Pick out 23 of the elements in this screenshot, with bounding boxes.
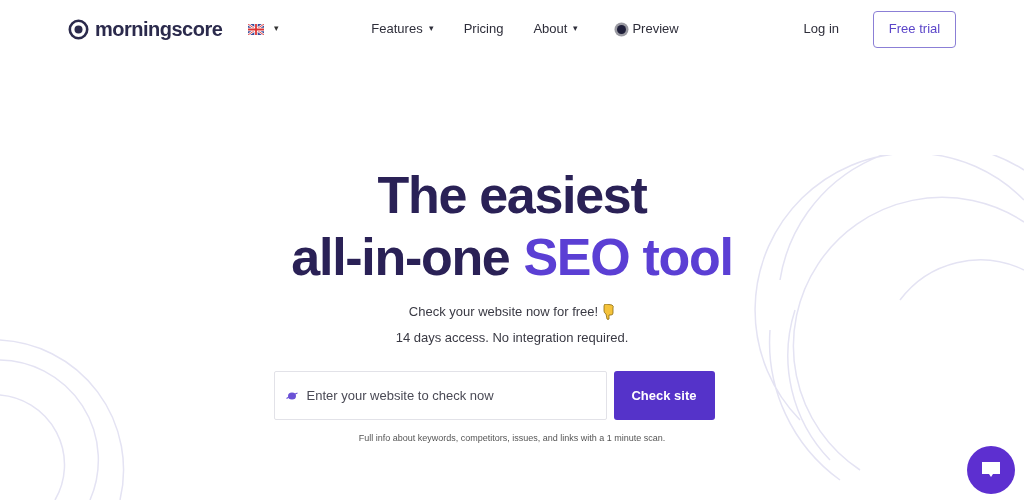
- language-selector[interactable]: ▾: [248, 22, 280, 36]
- nav-dropdown[interactable]: About ▾: [533, 19, 579, 39]
- website-input-field[interactable]: Enter your website to check now: [273, 371, 607, 420]
- uk-flag-icon: [248, 23, 265, 35]
- nav-link[interactable]: Pricing: [463, 19, 504, 39]
- logo-text[interactable]: morningscore: [95, 14, 223, 44]
- pointing-hand-icon: [602, 303, 616, 320]
- planet-icon: [285, 391, 298, 401]
- free-trial-button[interactable]: Free trial: [873, 10, 956, 48]
- login-link[interactable]: Log in: [803, 19, 839, 39]
- headline-text: SEO tool: [523, 227, 733, 288]
- preview-link[interactable]: Preview: [614, 19, 679, 39]
- footnote-text: Full info about keywords, competitors, issues, and links with a 1 minute scan.: [358, 432, 666, 445]
- check-site-button[interactable]: Check site: [613, 371, 715, 420]
- chat-icon: [981, 461, 1001, 479]
- record-dot-icon: [614, 21, 630, 37]
- headline-text: all-in-one: [291, 227, 510, 288]
- logo-icon[interactable]: [68, 18, 89, 40]
- headline-text: The easiest: [377, 165, 647, 226]
- nav-dropdown[interactable]: Features ▾: [371, 19, 434, 39]
- subtitle-text: Check your website now for free!: [408, 303, 599, 321]
- chat-button[interactable]: [967, 446, 1015, 494]
- subtitle-text: 14 days access. No integration required.: [395, 328, 629, 347]
